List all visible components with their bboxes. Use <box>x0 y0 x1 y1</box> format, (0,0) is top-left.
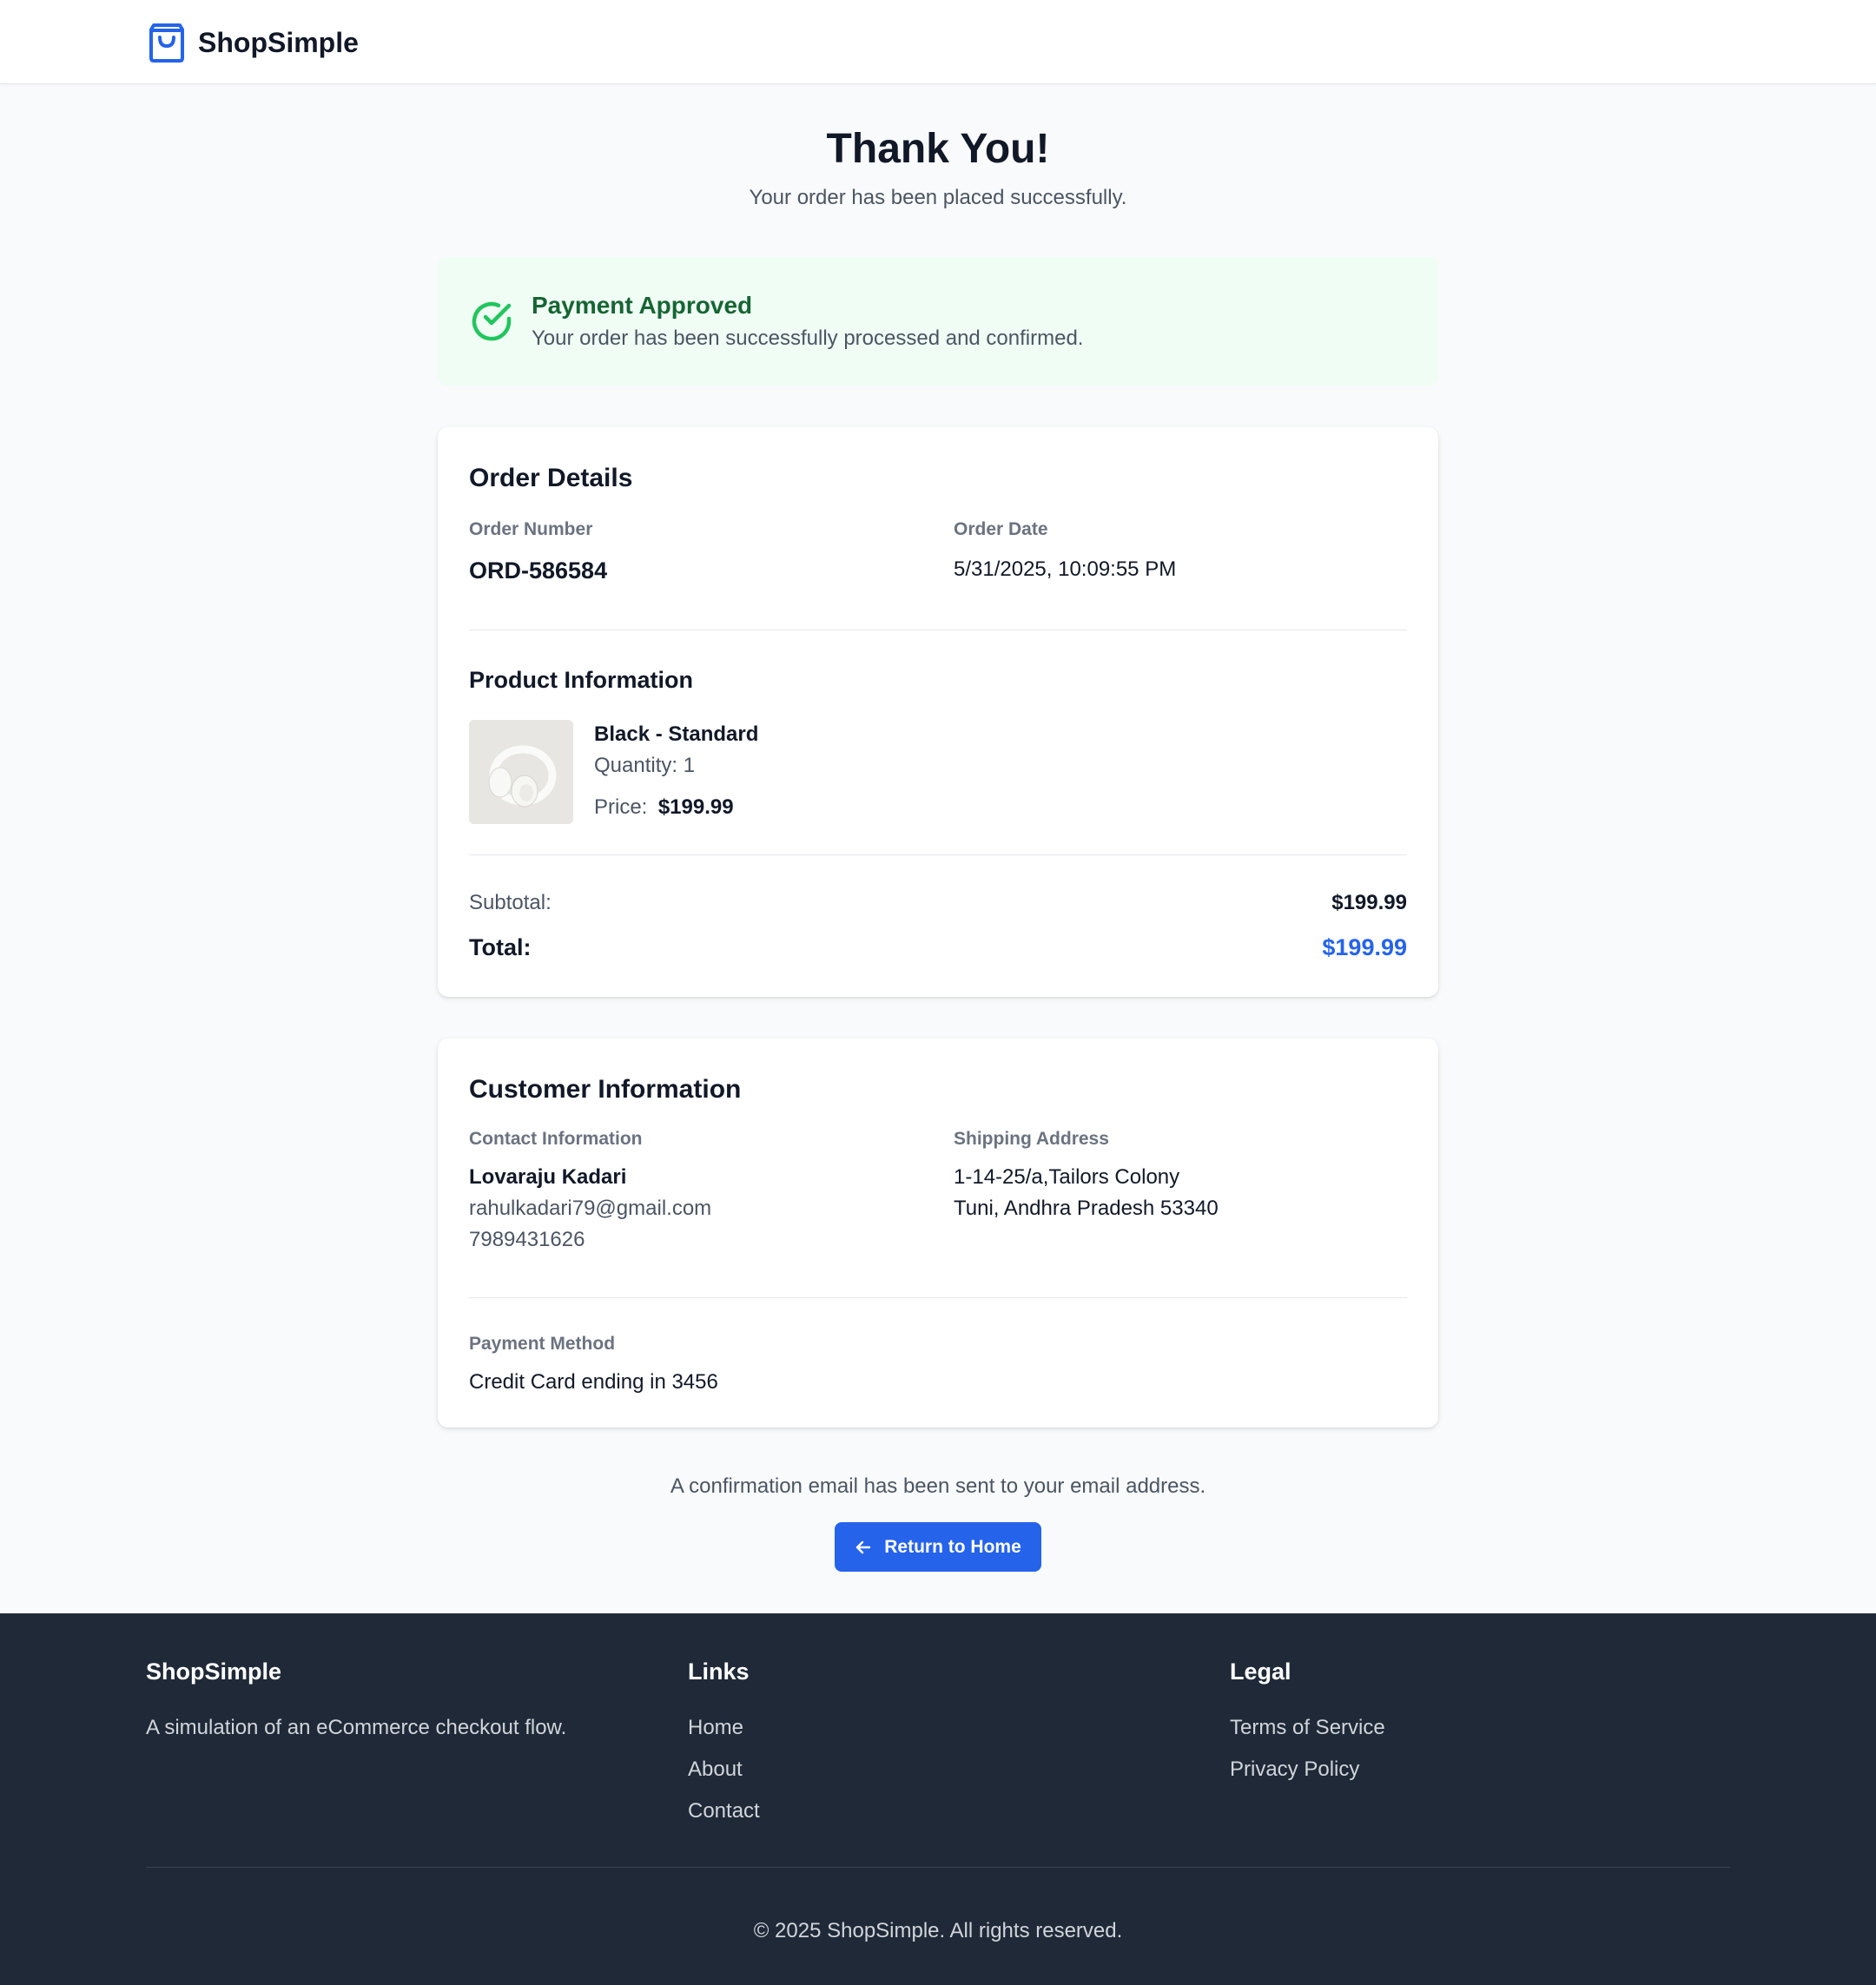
return-home-label: Return to Home <box>884 1536 1021 1557</box>
confirmation-note: A confirmation email has been sent to yo… <box>670 1474 1206 1498</box>
site-header: ShopSimple <box>0 0 1876 84</box>
brand-logo[interactable]: ShopSimple <box>148 21 359 64</box>
shipping-address-label: Shipping Address <box>954 1129 1109 1149</box>
total-label: Total: <box>469 934 532 960</box>
footer-legal-title: Legal <box>1230 1659 1291 1685</box>
page-subtitle: Your order has been placed successfully. <box>749 186 1127 209</box>
payment-method-label: Payment Method <box>469 1334 616 1354</box>
payment-approved-banner: Payment Approved Your order has been suc… <box>438 257 1438 386</box>
site-footer: ShopSimple A simulation of an eCommerce … <box>0 1613 1876 1985</box>
divider <box>469 1297 1407 1298</box>
page-title: Thank You! <box>826 126 1050 172</box>
customer-info-title: Customer Information <box>469 1075 742 1104</box>
brand-name: ShopSimple <box>198 26 359 58</box>
subtotal-label: Subtotal: <box>469 891 552 914</box>
order-date-label: Order Date <box>954 519 1048 539</box>
headphones-image <box>469 720 573 824</box>
footer-link-terms[interactable]: Terms of Service <box>1230 1716 1385 1740</box>
copyright: © 2025 ShopSimple. All rights reserved. <box>753 1919 1123 1942</box>
contact-info-label: Contact Information <box>469 1129 643 1149</box>
footer-link-privacy[interactable]: Privacy Policy <box>1230 1757 1359 1782</box>
footer-divider <box>146 1867 1730 1868</box>
footer-link-about[interactable]: About <box>688 1757 743 1782</box>
customer-email: rahulkadari79@gmail.com <box>469 1197 712 1220</box>
product-price-row: Price: $199.99 <box>594 795 734 820</box>
payment-status-title: Payment Approved <box>532 292 753 319</box>
product-name: Black - Standard <box>594 722 759 746</box>
order-date: 5/31/2025, 10:09:55 PM <box>954 557 1177 581</box>
customer-phone: 7989431626 <box>469 1228 585 1251</box>
total-value: $199.99 <box>1322 934 1407 960</box>
price-label: Price: <box>594 795 648 819</box>
payment-status-message: Your order has been successfully process… <box>532 326 1084 350</box>
order-number: ORD-586584 <box>469 557 608 584</box>
footer-links-title: Links <box>688 1659 750 1685</box>
customer-info-card: Customer Information Contact Information… <box>438 1039 1438 1428</box>
order-details-card: Order Details Order Number ORD-586584 Or… <box>438 427 1438 997</box>
product-quantity: Quantity: 1 <box>594 754 696 777</box>
customer-name: Lovaraju Kadari <box>469 1165 627 1189</box>
order-details-title: Order Details <box>469 464 633 492</box>
arrow-left-icon <box>856 1540 871 1553</box>
product-price: $199.99 <box>657 795 734 819</box>
divider <box>469 854 1407 855</box>
address-line-2: Tuni, Andhra Pradesh 53340 <box>954 1197 1219 1220</box>
product-info-title: Product Information <box>469 667 693 693</box>
shopping-bag-icon <box>148 22 186 63</box>
footer-link-contact[interactable]: Contact <box>688 1799 760 1823</box>
subtotal-value: $199.99 <box>1331 891 1407 914</box>
payment-method: Credit Card ending in 3456 <box>469 1370 718 1394</box>
footer-tagline: A simulation of an eCommerce checkout fl… <box>146 1716 567 1739</box>
footer-brand: ShopSimple <box>146 1659 282 1685</box>
order-number-label: Order Number <box>469 519 593 539</box>
return-home-button[interactable]: Return to Home <box>835 1522 1041 1572</box>
footer-link-home[interactable]: Home <box>688 1716 743 1740</box>
address-line-1: 1-14-25/a,Tailors Colony <box>954 1165 1180 1189</box>
check-circle-icon <box>469 299 514 344</box>
